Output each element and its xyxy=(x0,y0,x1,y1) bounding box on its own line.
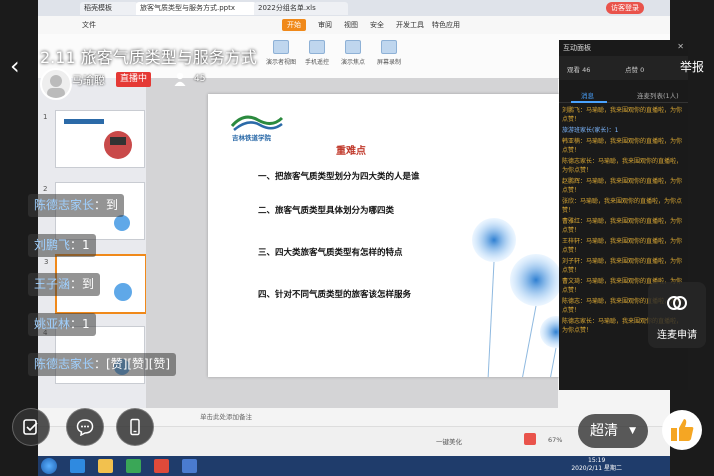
menu-file[interactable]: 文件 xyxy=(82,20,96,30)
college-logo-text: 吉林铁道学院 xyxy=(232,134,271,142)
slide-canvas: 吉林铁道学院 重难点 一、把旅客气质类型划分为四大类的人是谁 二、旅客气质类型具… xyxy=(146,78,584,408)
danmaku-item: 刘鹏飞：1 xyxy=(28,234,96,257)
slide-point-3: 三、四大类旅客气质类型有怎样的特点 xyxy=(258,248,403,258)
focus-icon xyxy=(345,40,361,54)
windows-start-icon[interactable] xyxy=(41,458,57,474)
ie-icon[interactable] xyxy=(70,459,85,473)
lianmai-label: 连麦申请 xyxy=(657,330,697,341)
viewer-count: 45 xyxy=(194,74,206,84)
live-title: 2.11 旅客气质类型与服务方式 xyxy=(40,48,257,67)
menu-special[interactable]: 特色应用 xyxy=(432,20,460,30)
list-item: 旅游班家长(家长)：1 xyxy=(562,127,619,134)
ribbon-record[interactable]: 屏幕录制 xyxy=(374,40,404,66)
like-button[interactable] xyxy=(662,410,702,450)
lianmai-request-button[interactable]: 连麦申请 xyxy=(648,282,706,348)
host-name: 马瑜聪 xyxy=(72,74,105,87)
watch-count: 观看 46 xyxy=(567,66,591,74)
slide-title: 重难点 xyxy=(336,146,366,157)
tab-xls[interactable]: 2022分组名单.xls xyxy=(254,2,348,15)
panel-title: 互动面板 xyxy=(563,44,591,52)
thumbnail-1[interactable]: 1 xyxy=(43,110,145,168)
login-button[interactable]: 访客登录 xyxy=(606,2,644,14)
quality-label: 超清 xyxy=(590,423,618,439)
list-item: 刘子轩：马瑜聪，我来围观你的直播啦，为你点赞！ xyxy=(562,258,683,274)
wps-menu-bar: 文件 开始 审阅 视图 安全 开发工具 特色应用 xyxy=(38,16,670,34)
danmaku-item: 王子涵：到 xyxy=(28,273,101,296)
like-count: 点赞 0 xyxy=(625,66,645,74)
current-slide[interactable]: 吉林铁道学院 重难点 一、把旅客气质类型划分为四大类的人是谁 二、旅客气质类型具… xyxy=(208,94,584,377)
college-logo-icon xyxy=(230,115,284,131)
checklist-button[interactable] xyxy=(12,408,50,446)
list-item: 刘鹏飞：马瑜聪，我来围观你的直播啦，为你点赞！ xyxy=(562,107,683,123)
back-icon[interactable]: ‹ xyxy=(10,52,30,80)
menu-start[interactable]: 开始 xyxy=(282,19,306,31)
slide-point-1: 一、把旅客气质类型划分为四大类的人是谁 xyxy=(258,172,420,182)
slide-point-4: 四、针对不同气质类型的旅客该怎样服务 xyxy=(258,290,412,300)
list-item: 韩亚楠：马瑜聪，我来围观你的直播啦，为你点赞！ xyxy=(562,138,683,154)
ribbon-presenter-view[interactable]: 演示者视图 xyxy=(266,40,296,66)
word-icon[interactable] xyxy=(182,459,197,473)
avatar[interactable] xyxy=(40,68,72,100)
danmaku-item: 陈德志家长：到 xyxy=(28,194,125,217)
active-tab-indicator xyxy=(571,101,607,103)
folder-icon[interactable] xyxy=(98,459,113,473)
list-item: 陈德志家长：马瑜聪，我来围观你的直播啦，为你点赞！ xyxy=(562,158,683,174)
wps-window: 稻壳模板 旅客气质类型与服务方式.pptx 2022分组名单.xls 访客登录 … xyxy=(38,0,688,457)
list-item: 曹雅红：马瑜聪，我来围观你的直播啦，为你点赞！ xyxy=(562,218,683,234)
close-icon[interactable]: ✕ xyxy=(677,42,684,51)
panel-stats: 观看 46 点赞 0 xyxy=(559,56,688,80)
live-status-badge: 直播中 xyxy=(116,72,152,87)
ribbon-focus[interactable]: 演示焦点 xyxy=(338,40,368,66)
wps-tab-bar: 稻壳模板 旅客气质类型与服务方式.pptx 2022分组名单.xls 访客登录 xyxy=(38,0,670,16)
avatar-image xyxy=(47,75,65,98)
screen-rotate-button[interactable] xyxy=(116,408,154,446)
ribbon-phone-remote[interactable]: 手机遥控 xyxy=(302,40,332,66)
play-icon[interactable] xyxy=(524,433,536,445)
caret-down-icon: ▼ xyxy=(629,426,636,436)
thumbs-up-icon xyxy=(671,419,694,441)
report-button[interactable]: 举报 xyxy=(680,58,704,75)
wps-icon[interactable] xyxy=(154,459,169,473)
thumbnail-image xyxy=(64,119,132,159)
comment-button[interactable] xyxy=(66,408,104,446)
menu-security[interactable]: 安全 xyxy=(370,20,384,30)
menu-insert[interactable]: 审阅 xyxy=(318,20,332,30)
list-item: 赵鹏辉：马瑜聪，我来围观你的直播啦，为你点赞！ xyxy=(562,178,683,194)
notes-area[interactable]: 单击此处添加备注 xyxy=(146,408,558,426)
taskbar-clock: 15:19 2020/2/11 星期二 xyxy=(571,457,622,472)
phone-icon xyxy=(309,40,325,54)
menu-view[interactable]: 视图 xyxy=(344,20,358,30)
checklist-icon xyxy=(23,419,38,435)
screen: 稻壳模板 旅客气质类型与服务方式.pptx 2022分组名单.xls 访客登录 … xyxy=(0,0,714,476)
zoom-level[interactable]: 67% xyxy=(548,436,562,444)
quality-selector[interactable]: 超清 ▼ xyxy=(578,414,648,448)
comment-icon xyxy=(76,419,94,436)
slide-point-2: 二、旅客气质类型具体划分为哪四类 xyxy=(258,206,395,216)
smart-beautify-button[interactable]: 一键美化 xyxy=(436,436,462,446)
phone-rotate-icon xyxy=(130,418,140,436)
viewer-person-icon xyxy=(174,72,186,86)
app-icon[interactable] xyxy=(126,459,141,473)
presenter-icon xyxy=(273,40,289,54)
danmaku-item: 姚亚林：1 xyxy=(28,313,96,336)
notes-placeholder: 单击此处添加备注 xyxy=(200,413,252,421)
tab-template[interactable]: 稻壳模板 xyxy=(80,2,138,15)
tab-messages[interactable]: 消息 xyxy=(581,90,594,100)
list-item: 王梓轩：马瑜聪，我来围观你的直播啦，为你点赞！ xyxy=(562,238,683,254)
list-item: 张欣：马瑜聪，我来围观你的直播啦，为你点赞！ xyxy=(562,198,683,214)
tab-pptx[interactable]: 旅客气质类型与服务方式.pptx xyxy=(136,2,256,15)
danmaku-item: 陈德志家长：[赞][赞][赞] xyxy=(28,353,177,376)
menu-dev[interactable]: 开发工具 xyxy=(396,20,424,30)
windows-taskbar: 15:19 2020/2/11 星期二 xyxy=(38,456,670,476)
panel-tabs: 消息 连麦列表(1人) xyxy=(559,86,688,103)
record-icon xyxy=(381,40,397,54)
link-icon xyxy=(667,296,687,310)
tab-lianmai-list[interactable]: 连麦列表(1人) xyxy=(637,90,679,100)
